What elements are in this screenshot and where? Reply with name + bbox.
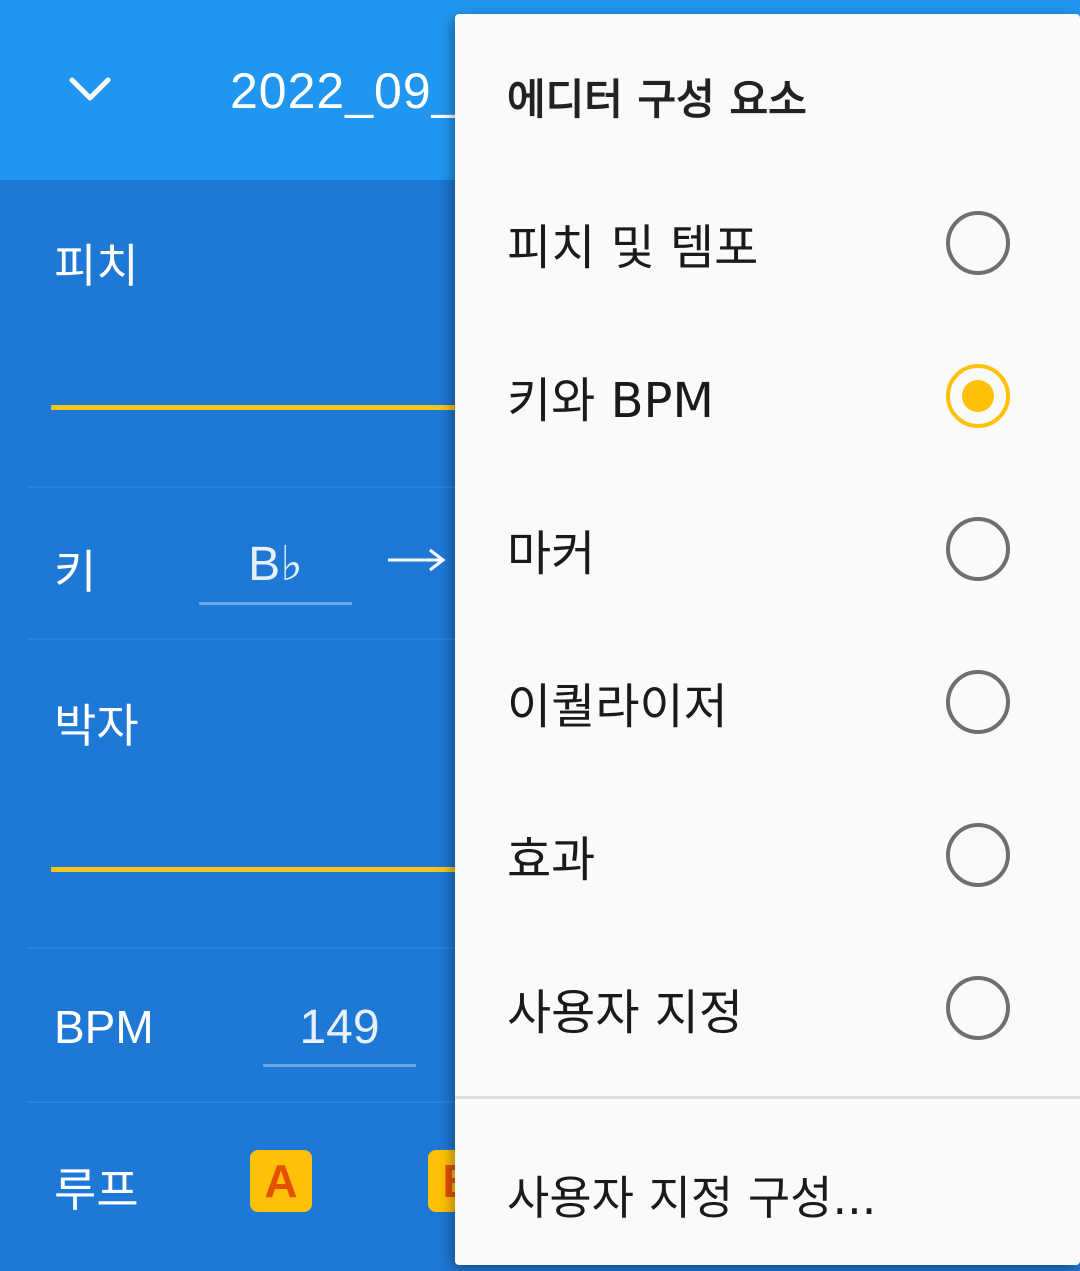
menu-item-label: 키와 BPM	[507, 372, 714, 429]
chevron-down-icon[interactable]	[66, 70, 114, 110]
menu-item-label: 효과	[507, 831, 596, 888]
radio-button[interactable]	[946, 975, 1010, 1040]
bpm-value[interactable]: 149	[263, 1000, 416, 1055]
menu-item-label: 피치 및 템포	[507, 219, 759, 276]
menu-item-markers[interactable]: 마커	[455, 472, 1080, 625]
pitch-label: 피치	[54, 239, 139, 293]
time-signature-slider[interactable]	[51, 867, 471, 872]
key-underline	[199, 602, 352, 605]
menu-item-key-bpm[interactable]: 키와 BPM	[455, 319, 1080, 472]
menu-item-effects[interactable]: 효과	[455, 778, 1080, 931]
bpm-label: BPM	[54, 1001, 154, 1053]
radio-button[interactable]	[946, 822, 1010, 887]
file-title: 2022_09_0	[230, 63, 490, 119]
time-signature-label: 박자	[54, 699, 139, 753]
menu-item-label: 마커	[507, 525, 596, 582]
radio-button-selected[interactable]	[946, 363, 1010, 428]
pitch-slider[interactable]	[51, 405, 471, 410]
bpm-underline	[263, 1064, 416, 1067]
key-value[interactable]: B♭	[199, 536, 352, 592]
menu-divider	[455, 1096, 1080, 1099]
menu-item-custom[interactable]: 사용자 지정	[455, 931, 1080, 1084]
loop-label: 루프	[54, 1163, 139, 1217]
radio-button[interactable]	[946, 669, 1010, 734]
menu-item-label: 사용자 지정	[507, 984, 744, 1041]
editor-components-menu: 에디터 구성 요소 피치 및 템포 키와 BPM 마커 이퀄라이저 효과 사용자…	[455, 14, 1080, 1265]
radio-button[interactable]	[946, 210, 1010, 275]
radio-button[interactable]	[946, 516, 1010, 581]
menu-item-pitch-tempo[interactable]: 피치 및 템포	[455, 166, 1080, 319]
menu-title: 에디터 구성 요소	[507, 75, 807, 124]
arrow-right-icon	[388, 548, 446, 572]
loop-a-button[interactable]: A	[250, 1150, 312, 1212]
customize-menu-item[interactable]: 사용자 지정 구성...	[507, 1162, 876, 1228]
menu-item-equalizer[interactable]: 이퀄라이저	[455, 625, 1080, 778]
key-label: 키	[54, 545, 97, 599]
menu-item-label: 이퀄라이저	[507, 678, 728, 735]
